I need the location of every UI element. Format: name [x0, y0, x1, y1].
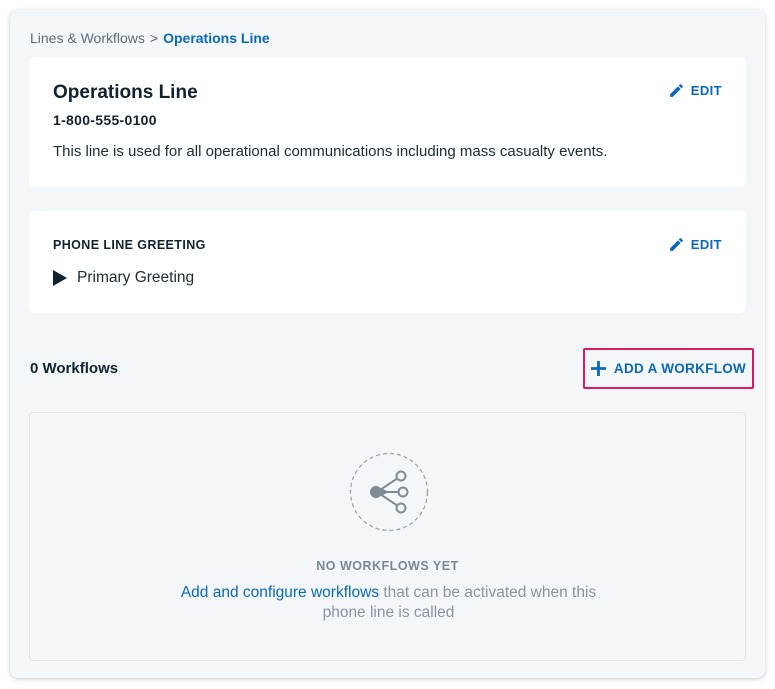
breadcrumb-separator: > — [149, 30, 159, 46]
line-info-card: Operations Line 1-800-555-0100 This line… — [29, 57, 746, 187]
play-icon — [53, 270, 67, 286]
pencil-icon — [669, 84, 683, 97]
line-title: Operations Line — [53, 82, 198, 103]
breadcrumb-current: Operations Line — [163, 30, 270, 46]
play-greeting-button[interactable]: Primary Greeting — [53, 269, 194, 287]
line-description: This line is used for all operational co… — [53, 143, 608, 160]
edit-greeting-button[interactable]: EDIT — [668, 236, 722, 253]
line-phone-number: 1-800-555-0100 — [53, 112, 157, 128]
plus-icon — [590, 361, 606, 376]
empty-workflows-state: NO WORKFLOWS YET Add and configure workf… — [29, 412, 746, 661]
add-workflow-button[interactable]: ADD A WORKFLOW — [583, 348, 754, 389]
greeting-section-label: PHONE LINE GREETING — [53, 238, 206, 252]
add-workflow-label: ADD A WORKFLOW — [613, 361, 747, 376]
workflow-share-icon — [349, 452, 429, 532]
add-configure-workflows-link[interactable]: Add and configure workflows — [181, 584, 379, 601]
pencil-icon — [669, 238, 683, 251]
empty-state-message: Add and configure workflows that can be … — [170, 583, 607, 623]
breadcrumb-parent-link[interactable]: Lines & Workflows — [30, 30, 145, 46]
greeting-card: PHONE LINE GREETING EDIT Primary Greetin… — [29, 211, 746, 313]
edit-line-button[interactable]: EDIT — [668, 82, 722, 99]
greeting-name: Primary Greeting — [77, 269, 195, 286]
empty-state-title: NO WORKFLOWS YET — [316, 559, 459, 573]
edit-greeting-label: EDIT — [690, 237, 722, 252]
edit-line-label: EDIT — [690, 83, 722, 98]
breadcrumb: Lines & Workflows > Operations Line — [30, 30, 270, 46]
line-detail-panel: Lines & Workflows > Operations Line Operat… — [10, 10, 765, 678]
workflow-count: 0 Workflows — [30, 360, 119, 377]
